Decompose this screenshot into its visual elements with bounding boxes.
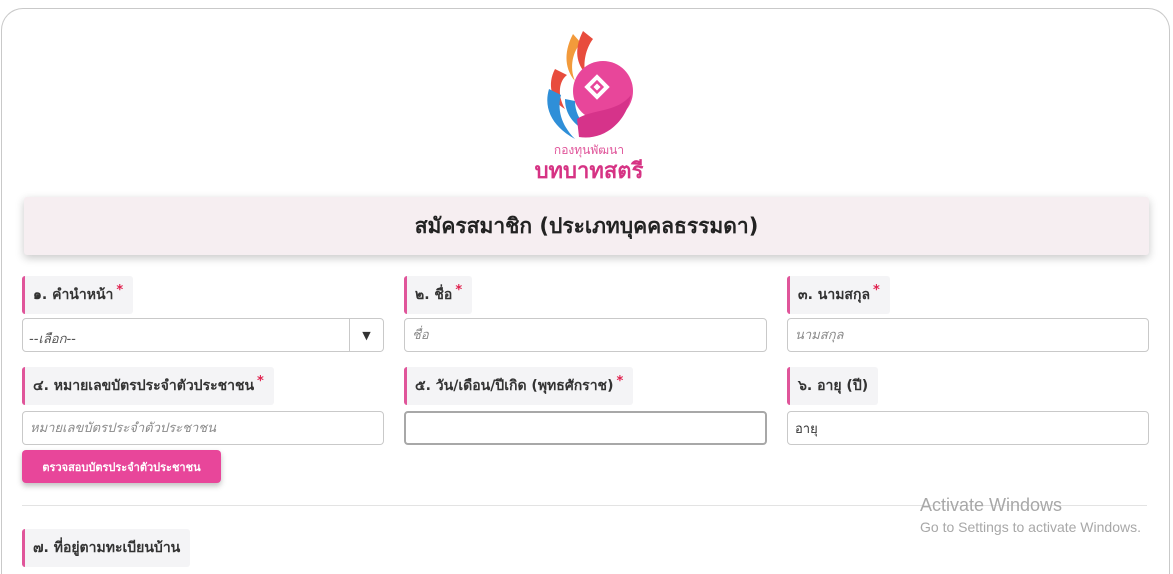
prefix-label-text: ๑. คำนำหน้า	[33, 287, 114, 303]
first-name-label-text: ๒. ชื่อ	[415, 287, 453, 303]
id-card-input[interactable]	[22, 411, 384, 445]
required-marker: *	[616, 373, 624, 389]
logo-emblem-icon	[547, 31, 633, 139]
address-label: ๗. ที่อยู่ตามทะเบียนบ้าน	[22, 529, 191, 567]
age-input[interactable]	[787, 411, 1149, 445]
id-card-label-text: ๔. หมายเลขบัตรประจำตัวประชาชน	[33, 378, 255, 394]
first-name-label: ๒. ชื่อ *	[404, 276, 473, 314]
prefix-select[interactable]: --เลือก-- ▼	[22, 318, 384, 352]
form-title-bar: สมัครสมาชิก (ประเภทบุคคลธรรมดา)	[24, 197, 1149, 255]
logo-title: บทบาทสตรี	[534, 159, 644, 184]
watermark-subtitle: Go to Settings to activate Windows.	[920, 519, 1141, 535]
birth-date-input[interactable]	[404, 411, 767, 445]
prefix-label: ๑. คำนำหน้า *	[22, 276, 134, 314]
last-name-label: ๓. นามสกุล *	[787, 276, 890, 314]
fund-logo: กองทุนพัฒนา บทบาทสตรี	[522, 29, 656, 189]
age-label: ๖. อายุ (ปี)	[787, 367, 879, 405]
required-marker: *	[116, 282, 124, 298]
last-name-label-text: ๓. นามสกุล	[798, 287, 871, 303]
birth-date-label: ๕. วัน/เดือน/ปีเกิด (พุทธศักราช) *	[404, 367, 634, 405]
required-marker: *	[257, 373, 264, 389]
id-card-label: ๔. หมายเลขบัตรประจำตัวประชาชน *	[22, 367, 274, 405]
age-label-text: ๖. อายุ (ปี)	[798, 378, 869, 394]
address-label-text: ๗. ที่อยู่ตามทะเบียนบ้าน	[33, 540, 181, 556]
watermark-title: Activate Windows	[920, 495, 1063, 515]
windows-activation-watermark: Activate Windows Go to Settings to activ…	[920, 495, 1141, 535]
verify-id-card-button[interactable]: ตรวจสอบบัตรประจำตัวประชาชน	[22, 450, 221, 483]
registration-card: กองทุนพัฒนา บทบาทสตรี สมัครสมาชิก (ประเภ…	[1, 8, 1170, 574]
prefix-select-value: --เลือก--	[29, 332, 76, 347]
last-name-input[interactable]	[787, 318, 1149, 352]
chevron-down-icon[interactable]: ▼	[349, 319, 383, 351]
form-title: สมัครสมาชิก (ประเภทบุคคลธรรมดา)	[414, 213, 759, 238]
required-marker: *	[873, 282, 880, 298]
birth-date-label-text: ๕. วัน/เดือน/ปีเกิด (พุทธศักราช)	[415, 378, 614, 394]
required-marker: *	[455, 282, 463, 298]
first-name-input[interactable]	[404, 318, 767, 352]
